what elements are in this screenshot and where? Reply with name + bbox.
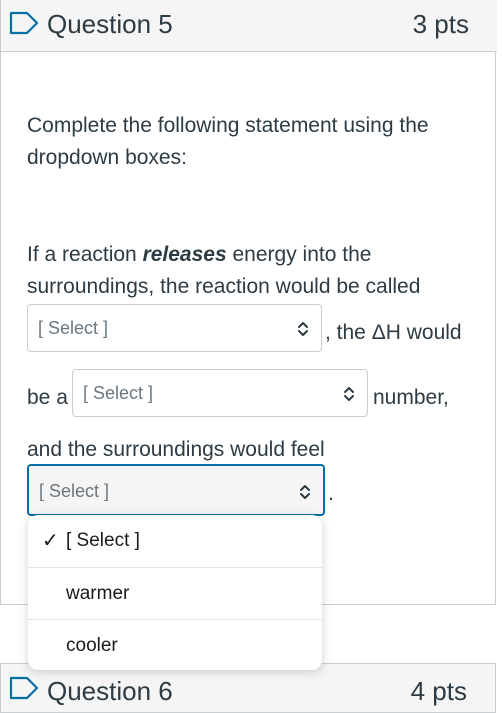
statement-line-5: and the surroundings would feel bbox=[27, 438, 325, 461]
dropdown-menu: ✓ [ Select ] warmer cooler bbox=[28, 515, 322, 670]
statement-suffix: energy into the bbox=[226, 243, 372, 266]
instruction-line-1: Complete the following statement using t… bbox=[27, 114, 429, 137]
statement-after-select-3: . bbox=[328, 482, 334, 505]
question-points: 4 pts bbox=[410, 676, 467, 706]
dropdown-option-cooler[interactable]: cooler bbox=[28, 619, 322, 671]
select-value: [ Select ] bbox=[38, 318, 109, 338]
option-label: [ Select ] bbox=[66, 530, 140, 551]
statement-emphasis: releases bbox=[142, 243, 227, 266]
chevron-up-down-icon bbox=[298, 322, 308, 336]
dropdown-option-warmer[interactable]: warmer bbox=[28, 567, 322, 619]
question-title: Question 6 bbox=[47, 676, 173, 706]
statement-prefix: If a reaction bbox=[27, 243, 143, 266]
instruction-line-2: dropdown boxes: bbox=[27, 146, 187, 169]
option-label: warmer bbox=[66, 583, 130, 604]
select-surroundings-feel[interactable]: [ Select ] bbox=[27, 464, 325, 516]
select-sign[interactable]: [ Select ] bbox=[72, 369, 368, 417]
question-title: Question 5 bbox=[47, 9, 173, 39]
statement-after-select-1: , the ΔH would bbox=[325, 321, 462, 344]
question-points: 3 pts bbox=[412, 9, 469, 39]
dropdown-option-select[interactable]: ✓ [ Select ] bbox=[28, 515, 322, 567]
checkmark-icon: ✓ bbox=[42, 530, 59, 552]
statement-after-select-2: number, bbox=[373, 386, 449, 409]
select-value: [ Select ] bbox=[83, 383, 154, 403]
chevron-up-down-icon bbox=[344, 387, 354, 401]
select-value: [ Select ] bbox=[39, 481, 110, 501]
statement-line-1: If a reaction releases energy into the bbox=[27, 239, 371, 271]
statement-be-a: be a bbox=[27, 386, 68, 409]
flag-icon[interactable] bbox=[9, 676, 39, 700]
chevron-up-down-icon bbox=[300, 485, 310, 499]
question-5-header: Question 5 3 pts bbox=[1, 0, 497, 52]
option-label: cooler bbox=[66, 635, 118, 656]
statement-line-2: surroundings, the reaction would be call… bbox=[27, 275, 421, 298]
select-reaction-type[interactable]: [ Select ] bbox=[27, 304, 322, 352]
flag-icon[interactable] bbox=[9, 11, 39, 35]
